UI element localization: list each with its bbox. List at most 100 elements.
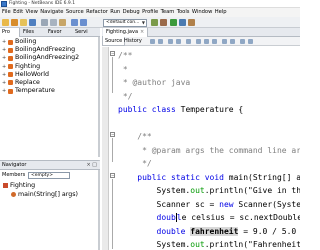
code-line[interactable]: public class Temperature { — [118, 103, 300, 117]
save-all-icon[interactable] — [29, 19, 36, 26]
project-item-boilingandfreezing[interactable]: + BoilingAndFreezing — [0, 46, 98, 54]
record-macro-icon[interactable] — [222, 39, 227, 44]
code-line[interactable]: public static void main(String[] a — [118, 171, 300, 185]
project-item-fighting[interactable]: + Fighting — [0, 63, 98, 71]
expand-icon[interactable]: + — [2, 64, 6, 70]
code-line[interactable]: double celsius = sc.nextDouble — [118, 211, 300, 225]
shift-right-icon[interactable] — [212, 39, 217, 44]
build-icon[interactable] — [151, 19, 158, 26]
menu-debug[interactable]: Debug — [123, 8, 140, 17]
project-label: BoilingAndFreezing — [15, 46, 76, 54]
back-icon[interactable] — [150, 39, 155, 44]
close-icon[interactable]: × — [140, 29, 144, 35]
menu-profile[interactable]: Profile — [142, 8, 158, 17]
expand-icon[interactable]: + — [2, 72, 6, 78]
code-line[interactable]: /** — [118, 130, 300, 144]
code-line[interactable]: * @param args the command line ar — [118, 144, 300, 158]
shift-left-icon[interactable] — [204, 39, 209, 44]
code-line[interactable]: /** — [118, 49, 300, 63]
source-code[interactable]: /** * * @author java */ public class Temp… — [118, 47, 300, 250]
bookmark-icon[interactable] — [196, 39, 201, 44]
expand-icon[interactable]: + — [2, 55, 6, 61]
menu-window[interactable]: Window — [192, 8, 212, 17]
menu-file[interactable]: File — [2, 8, 11, 17]
code-line[interactable]: System.out.println("Fahrenheit — [118, 238, 300, 250]
project-item-boilingandfreezing2[interactable]: + BoilingAndFreezing2 — [0, 54, 98, 62]
collapse-icon[interactable]: − — [110, 173, 115, 178]
debug-icon[interactable] — [179, 19, 186, 26]
chevron-down-icon: ▼ — [141, 19, 145, 25]
comment-icon[interactable] — [240, 39, 245, 44]
run-icon[interactable] — [170, 19, 177, 26]
paste-icon[interactable] — [59, 19, 66, 26]
stop-macro-icon[interactable] — [230, 39, 235, 44]
code-token: out — [190, 186, 205, 195]
configuration-select[interactable]: <default con... ▼ — [103, 18, 147, 27]
collapse-icon[interactable]: − — [110, 51, 115, 56]
expand-icon[interactable]: + — [2, 80, 6, 86]
toggle-highlight-icon[interactable] — [186, 39, 191, 44]
expand-icon[interactable]: + — [2, 47, 6, 53]
open-project-icon[interactable] — [20, 19, 27, 26]
menu-view[interactable]: View — [26, 8, 38, 17]
tab-favorites[interactable]: Favor — [46, 28, 72, 37]
navigator-method-item[interactable]: main(String[] args) — [0, 190, 98, 199]
collapse-icon[interactable]: − — [110, 132, 115, 137]
class-icon — [3, 183, 8, 188]
project-tree: + Boiling + BoilingAndFreezing + Boiling… — [0, 38, 98, 95]
clean-build-icon[interactable] — [160, 19, 167, 26]
coffee-cup-icon — [8, 80, 13, 86]
tab-history[interactable]: History — [122, 37, 144, 46]
code-line[interactable]: */ — [118, 157, 300, 171]
members-select[interactable]: <empty> — [28, 172, 70, 179]
project-item-temperature[interactable]: + Temperature — [0, 87, 98, 95]
new-project-icon[interactable] — [11, 19, 18, 26]
code-line[interactable]: * — [118, 63, 300, 77]
menu-run[interactable]: Run — [110, 8, 120, 17]
coffee-cup-icon — [8, 39, 13, 45]
project-item-boiling[interactable]: + Boiling — [0, 38, 98, 46]
find-next-icon[interactable] — [176, 39, 181, 44]
menu-help[interactable]: Help — [215, 8, 227, 17]
members-label: Members — [2, 172, 26, 178]
editor-tab-fighting-java[interactable]: Fighting.java × — [103, 28, 149, 37]
code-line[interactable]: System.out.println("Give in th — [118, 184, 300, 198]
code-line[interactable]: double fahrenheit = 9.0 / 5.0 — [118, 225, 300, 239]
profile-icon[interactable] — [188, 19, 195, 26]
copy-icon[interactable] — [50, 19, 57, 26]
search-icon[interactable] — [168, 39, 173, 44]
code-line[interactable]: * @author java — [118, 76, 300, 90]
uncomment-icon[interactable] — [248, 39, 253, 44]
expand-icon[interactable]: + — [2, 88, 6, 94]
project-item-helloworld[interactable]: + HelloWorld — [0, 71, 98, 79]
tab-services[interactable]: Servi — [73, 28, 99, 37]
code-line[interactable]: Scanner sc = new Scanner(Syste — [118, 198, 300, 212]
menu-edit[interactable]: Edit — [13, 8, 23, 17]
code-token: out — [190, 240, 205, 249]
menu-source[interactable]: Source — [66, 8, 84, 17]
code-line[interactable]: */ — [118, 90, 300, 104]
menu-refactor[interactable]: Refactor — [86, 8, 108, 17]
method-icon — [11, 192, 16, 197]
code-token: public class — [118, 105, 181, 114]
undo-icon[interactable] — [71, 19, 78, 26]
cut-icon[interactable] — [41, 19, 48, 26]
navigator-class-item[interactable]: Fighting — [0, 181, 98, 190]
menu-team[interactable]: Team — [161, 8, 175, 17]
tab-files[interactable]: Files — [21, 28, 45, 37]
expand-icon[interactable]: + — [2, 39, 6, 45]
forward-icon[interactable] — [158, 39, 163, 44]
tab-projects[interactable]: Pro — [0, 28, 20, 37]
new-file-icon[interactable] — [2, 19, 9, 26]
redo-icon[interactable] — [80, 19, 87, 26]
code-token: System. — [118, 240, 191, 249]
navigator-window-controls[interactable]: × □ — [86, 161, 97, 170]
project-label: Temperature — [15, 87, 55, 95]
project-item-replace[interactable]: + Replace — [0, 79, 98, 87]
code-line[interactable] — [118, 117, 300, 131]
netbeans-app-icon — [1, 1, 7, 7]
line-gutter — [102, 47, 109, 250]
menu-navigate[interactable]: Navigate — [40, 8, 63, 17]
menu-tools[interactable]: Tools — [177, 8, 190, 17]
code-token: .println("Give in th — [204, 186, 300, 195]
